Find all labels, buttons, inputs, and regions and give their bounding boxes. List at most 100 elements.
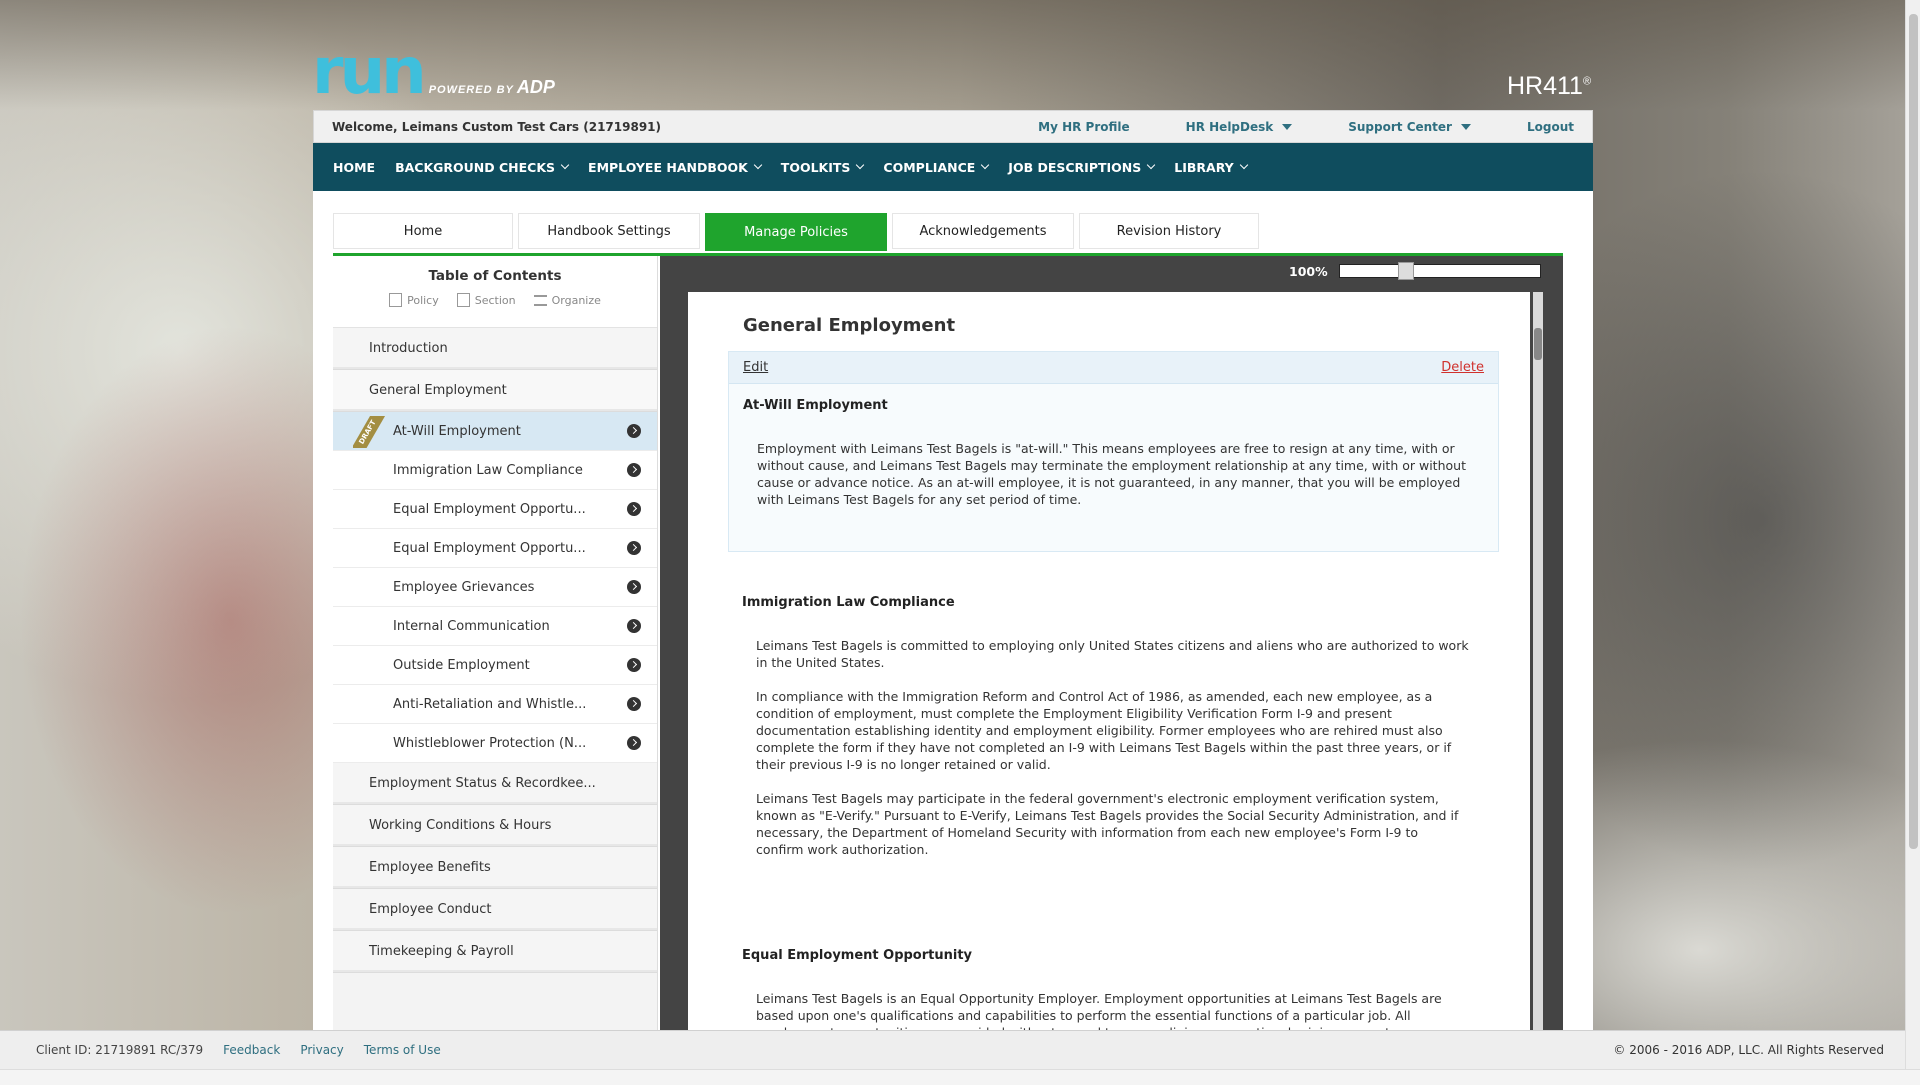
add-policy-button[interactable]: Policy xyxy=(389,293,439,307)
nav-toolkits[interactable]: TOOLKITS xyxy=(780,159,865,175)
toc-section-item[interactable]: Employment Status & Recordkee... xyxy=(333,763,657,805)
registered-mark: ® xyxy=(1582,75,1592,88)
toc-policy-item[interactable]: Immigration Law Compliance xyxy=(333,451,657,490)
policy-eeo[interactable]: Equal Employment Opportunity Leimans Tes… xyxy=(728,934,1499,1030)
copyright: © 2006 - 2016 ADP, LLC. All Rights Reser… xyxy=(1613,1043,1884,1057)
chevron-down-icon xyxy=(753,160,763,170)
logo-adp-text: ADP xyxy=(516,77,555,97)
tab-manage-policies[interactable]: Manage Policies xyxy=(705,213,887,251)
section-title: General Employment xyxy=(743,315,956,336)
add-policy-icon xyxy=(389,293,403,307)
zoom-slider[interactable] xyxy=(1338,262,1541,280)
chevron-down-icon xyxy=(1147,160,1156,170)
arrow-right-circle-icon[interactable] xyxy=(627,580,641,594)
client-id: Client ID: 21719891 RC/379 xyxy=(36,1043,204,1057)
main-nav: HOME BACKGROUND CHECKS EMPLOYEE HANDBOOK… xyxy=(313,143,1593,191)
nav-compliance[interactable]: COMPLIANCE xyxy=(883,159,990,175)
footer: Client ID: 21719891 RC/379 Feedback Priv… xyxy=(0,1030,1910,1069)
tab-home[interactable]: Home xyxy=(333,213,513,249)
toc-section-item[interactable]: Timekeeping & Payroll xyxy=(333,931,657,973)
nav-label: LIBRARY xyxy=(1174,159,1234,175)
arrow-right-circle-icon[interactable] xyxy=(627,697,641,711)
logout-link[interactable]: Logout xyxy=(1527,120,1574,134)
chevron-down-icon xyxy=(1239,160,1248,170)
arrow-right-circle-icon[interactable] xyxy=(627,541,641,555)
nav-employee-handbook[interactable]: EMPLOYEE HANDBOOK xyxy=(588,160,763,175)
toc-policy-item[interactable]: Equal Employment Opportu... xyxy=(333,490,657,529)
toc-policy-item[interactable]: Equal Employment Opportu... xyxy=(333,529,657,568)
handbook-content: Home Handbook Settings Manage Policies A… xyxy=(333,213,1573,1030)
logo-powered-text: POWERED BY xyxy=(428,84,514,96)
terms-link[interactable]: Terms of Use xyxy=(364,1043,441,1057)
toc-header: Table of Contents Policy Section Organiz… xyxy=(333,256,657,328)
nav-background-checks[interactable]: BACKGROUND CHECKS xyxy=(395,160,570,175)
policy-at-will[interactable]: Edit Delete At-Will Employment Employmen… xyxy=(728,351,1499,552)
hr-helpdesk-menu[interactable]: HR HelpDesk xyxy=(1186,120,1293,134)
arrow-right-circle-icon[interactable] xyxy=(627,619,641,633)
chevron-down-icon xyxy=(856,160,865,170)
toc-policy-label: Internal Communication xyxy=(393,618,550,634)
product-label: HR411 xyxy=(1507,72,1583,100)
my-hr-profile-link[interactable]: My HR Profile xyxy=(1038,120,1130,134)
toc-policy-item[interactable]: Internal Communication xyxy=(333,607,657,646)
toc-policy-item[interactable]: Outside Employment xyxy=(333,646,657,685)
support-center-menu[interactable]: Support Center xyxy=(1348,120,1471,134)
nav-label: TOOLKITS xyxy=(780,159,851,175)
toc-policy-label: Equal Employment Opportu... xyxy=(393,501,586,517)
toc-section-item[interactable]: Working Conditions & Hours xyxy=(333,805,657,847)
document-scrollbar-thumb[interactable] xyxy=(1534,328,1542,360)
arrow-right-circle-icon[interactable] xyxy=(627,502,641,516)
hr-helpdesk-label: HR HelpDesk xyxy=(1185,119,1274,134)
policy-immigration[interactable]: Immigration Law Compliance Leimans Test … xyxy=(728,581,1499,901)
logo-run-text: run xyxy=(312,35,427,109)
window-scrollbar-thumb[interactable] xyxy=(1909,14,1918,849)
toc-actions: Policy Section Organize xyxy=(333,293,657,307)
tab-handbook-settings[interactable]: Handbook Settings xyxy=(518,213,700,249)
toc-list: Introduction General Employment DRAFT At… xyxy=(333,328,657,973)
toc-policy-item[interactable]: Employee Grievances xyxy=(333,568,657,607)
toc-section-item[interactable]: Employee Benefits xyxy=(333,847,657,889)
toc-sidebar: Table of Contents Policy Section Organiz… xyxy=(333,256,658,1030)
toc-section-introduction[interactable]: Introduction xyxy=(333,328,657,370)
toc-section-general-employment[interactable]: General Employment xyxy=(333,370,657,412)
nav-library[interactable]: LIBRARY xyxy=(1174,159,1248,175)
policy-paragraph: In compliance with the Immigration Refor… xyxy=(756,689,1452,772)
delete-policy-link[interactable]: Delete xyxy=(1441,360,1484,375)
zoom-slider-thumb[interactable] xyxy=(1397,262,1414,280)
arrow-right-circle-icon[interactable] xyxy=(627,736,641,750)
window-scrollbar[interactable] xyxy=(1905,0,1920,1069)
draft-label: DRAFT xyxy=(353,416,387,448)
nav-label: COMPLIANCE xyxy=(883,159,976,175)
arrow-right-circle-icon[interactable] xyxy=(627,463,641,477)
toc-policy-label: Outside Employment xyxy=(393,657,530,673)
toc-policy-label: Immigration Law Compliance xyxy=(393,462,583,478)
toc-policy-label: Employee Grievances xyxy=(393,579,535,595)
tab-revision-history[interactable]: Revision History xyxy=(1079,213,1259,249)
nav-home[interactable]: HOME xyxy=(333,160,375,175)
organize-button[interactable]: Organize xyxy=(533,293,601,307)
nav-job-descriptions[interactable]: JOB DESCRIPTIONS xyxy=(1008,159,1156,175)
policy-paragraph: Leimans Test Bagels is committed to empl… xyxy=(756,638,1469,670)
tab-acknowledgements[interactable]: Acknowledgements xyxy=(892,213,1074,249)
privacy-link[interactable]: Privacy xyxy=(300,1043,343,1057)
arrow-right-circle-icon[interactable] xyxy=(627,424,641,438)
toc-policy-item[interactable]: Anti-Retaliation and Whistle... xyxy=(333,685,657,724)
arrow-right-circle-icon[interactable] xyxy=(627,658,641,672)
toc-policy-label: Anti-Retaliation and Whistle... xyxy=(393,696,587,712)
document-scrollbar[interactable] xyxy=(1533,292,1543,1030)
policy-paragraph: Leimans Test Bagels is an Equal Opportun… xyxy=(756,991,1442,1030)
document-page: General Employment Edit Delete At-Will E… xyxy=(688,292,1530,1030)
edit-policy-link[interactable]: Edit xyxy=(743,360,768,375)
add-section-button[interactable]: Section xyxy=(456,293,516,307)
policy-action-bar: Edit Delete xyxy=(729,352,1498,384)
policy-paragraph: Leimans Test Bagels may participate in t… xyxy=(756,791,1459,857)
toc-policy-at-will[interactable]: DRAFT At-Will Employment xyxy=(333,412,657,451)
chevron-down-icon xyxy=(981,160,990,170)
draft-ribbon: DRAFT xyxy=(353,416,387,448)
background-shade xyxy=(0,0,1920,110)
handbook-tabs: Home Handbook Settings Manage Policies A… xyxy=(333,213,1573,253)
feedback-link[interactable]: Feedback xyxy=(223,1043,280,1057)
toc-policy-item[interactable]: Whistleblower Protection (N... xyxy=(333,724,657,763)
nav-label: JOB DESCRIPTIONS xyxy=(1008,159,1142,175)
toc-section-item[interactable]: Employee Conduct xyxy=(333,889,657,931)
